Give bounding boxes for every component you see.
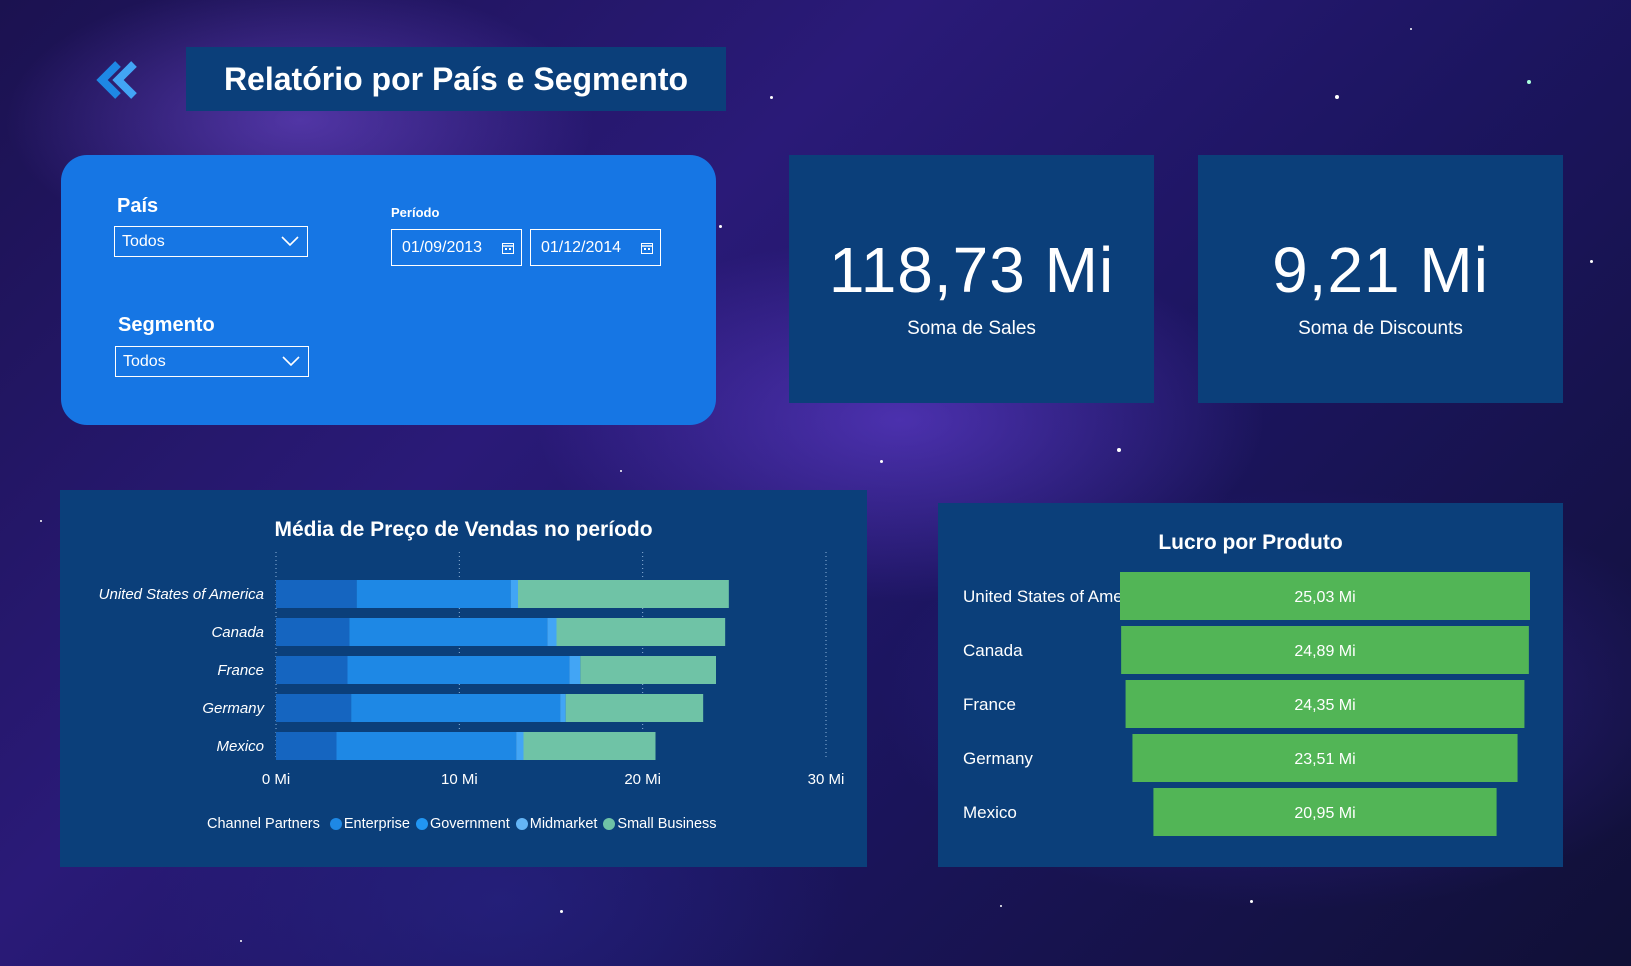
chevron-down-icon xyxy=(282,356,300,367)
legend-item-government: Government xyxy=(415,816,510,832)
double-chevron-left-icon[interactable] xyxy=(96,60,140,100)
funnel-chart: United States of Ameri... 25,03 Mi Canada 2… xyxy=(963,572,1530,836)
x-tick-label: 0 Mi xyxy=(262,771,290,788)
star xyxy=(620,470,622,472)
star xyxy=(1410,28,1412,30)
segmento-label: Segmento xyxy=(118,314,215,336)
bar-segment-small-business[interactable] xyxy=(556,618,726,646)
stacked-bar-chart: 0 Mi 10 Mi 20 Mi 30 Mi United States of Amer… xyxy=(99,552,845,788)
star xyxy=(719,225,722,228)
y-category-label: Mexico xyxy=(216,738,264,755)
filter-panel: País Todos Segmento Todos Período 01/09/… xyxy=(61,155,716,425)
sales-price-chart-card: Média de Preço de Vendas no período 0 Mi… xyxy=(60,490,867,867)
y-category-label: United States of America xyxy=(99,586,264,603)
star xyxy=(1335,95,1339,99)
bar-segment-enterprise[interactable] xyxy=(351,694,561,722)
funnel-category-label: Canada xyxy=(963,641,1023,660)
star xyxy=(1250,900,1253,903)
kpi-card-sales: 118,73 Mi Soma de Sales xyxy=(789,155,1154,403)
segmento-dropdown[interactable]: Todos xyxy=(115,346,309,377)
bar-segment-channel-partners[interactable] xyxy=(276,694,352,722)
star xyxy=(40,520,42,522)
page-title-box: Relatório por País e Segmento xyxy=(186,47,726,111)
date-start-value: 01/09/2013 xyxy=(402,238,483,256)
segmento-value: Todos xyxy=(123,352,166,370)
x-tick-label: 20 Mi xyxy=(624,771,661,788)
star xyxy=(1117,448,1121,452)
chart-legend: Channel Partners Enterprise Government M… xyxy=(207,816,717,832)
chart-title: Lucro por Produto xyxy=(1158,531,1343,554)
pais-value: Todos xyxy=(122,232,165,250)
legend-label: Small Business xyxy=(617,816,717,832)
bar-segment-small-business[interactable] xyxy=(523,732,656,760)
funnel-value-label: 24,35 Mi xyxy=(1294,697,1355,714)
legend-label: Midmarket xyxy=(529,816,598,832)
funnel-category-label: France xyxy=(963,695,1016,714)
bar-segment-channel-partners[interactable] xyxy=(276,732,337,760)
kpi-discounts-value: 9,21 Mi xyxy=(1272,234,1489,306)
bar-segment-government[interactable] xyxy=(510,580,518,608)
x-tick-label: 30 Mi xyxy=(808,771,845,788)
star xyxy=(770,96,773,99)
bar-segment-channel-partners[interactable] xyxy=(276,656,348,684)
kpi-discounts-label: Soma de Discounts xyxy=(1298,318,1463,339)
bar-segment-government[interactable] xyxy=(547,618,557,646)
periodo-label: Período xyxy=(391,205,440,220)
funnel-category-label: Germany xyxy=(963,749,1033,768)
bar-segment-enterprise[interactable] xyxy=(336,732,517,760)
legend-dot xyxy=(329,818,342,830)
legend-dot xyxy=(515,818,528,830)
page-title: Relatório por País e Segmento xyxy=(223,60,689,97)
bar-segment-small-business[interactable] xyxy=(518,580,729,608)
legend-item-enterprise: Enterprise xyxy=(329,816,410,832)
legend-label: Enterprise xyxy=(343,816,410,832)
date-end-value: 01/12/2014 xyxy=(541,238,622,256)
legend-item-small-business: Small Business xyxy=(603,816,717,832)
funnel-category-label: United States of Ameri... xyxy=(963,587,1146,606)
legend-title: Channel Partners xyxy=(207,816,320,832)
x-tick-label: 10 Mi xyxy=(441,771,478,788)
kpi-card-discounts: 9,21 Mi Soma de Discounts xyxy=(1198,155,1563,403)
pais-label: País xyxy=(117,195,159,217)
funnel-value-label: 23,51 Mi xyxy=(1294,751,1355,768)
funnel-value-label: 20,95 Mi xyxy=(1294,805,1355,822)
star xyxy=(560,910,563,913)
y-category-label: Canada xyxy=(211,624,264,641)
kpi-sales-value: 118,73 Mi xyxy=(828,234,1115,306)
chevron-down-icon xyxy=(281,236,299,247)
star xyxy=(1000,905,1002,907)
bar-segment-enterprise[interactable] xyxy=(347,656,570,684)
bar-segment-government[interactable] xyxy=(516,732,524,760)
chart-title: Média de Preço de Vendas no período xyxy=(274,518,653,541)
calendar-icon[interactable] xyxy=(641,242,653,254)
profit-by-product-card: Lucro por Produto United States of Ameri… xyxy=(938,503,1563,867)
bar-segment-government[interactable] xyxy=(569,656,581,684)
funnel-value-label: 25,03 Mi xyxy=(1294,589,1355,606)
bar-segment-enterprise[interactable] xyxy=(349,618,548,646)
bar-segment-government[interactable] xyxy=(560,694,566,722)
funnel-value-label: 24,89 Mi xyxy=(1294,643,1355,660)
legend-item-midmarket: Midmarket xyxy=(515,816,598,832)
legend-dot xyxy=(603,818,616,830)
bar-segment-small-business[interactable] xyxy=(580,656,716,684)
star xyxy=(1527,80,1531,84)
bar-segment-channel-partners[interactable] xyxy=(276,580,357,608)
funnel-category-label: Mexico xyxy=(963,803,1017,822)
legend-dot xyxy=(415,818,428,830)
kpi-sales-label: Soma de Sales xyxy=(907,318,1036,339)
y-category-label: Germany xyxy=(202,700,265,717)
star xyxy=(240,940,242,942)
bar-segment-small-business[interactable] xyxy=(565,694,704,722)
date-start-input[interactable]: 01/09/2013 xyxy=(391,229,522,266)
star xyxy=(880,460,883,463)
date-end-input[interactable]: 01/12/2014 xyxy=(530,229,661,266)
y-category-label: France xyxy=(217,662,264,679)
pais-dropdown[interactable]: Todos xyxy=(114,226,308,257)
bar-segment-channel-partners[interactable] xyxy=(276,618,350,646)
legend-label: Government xyxy=(429,816,510,832)
bar-segment-enterprise[interactable] xyxy=(356,580,511,608)
calendar-icon[interactable] xyxy=(502,242,514,254)
star xyxy=(1590,260,1593,263)
